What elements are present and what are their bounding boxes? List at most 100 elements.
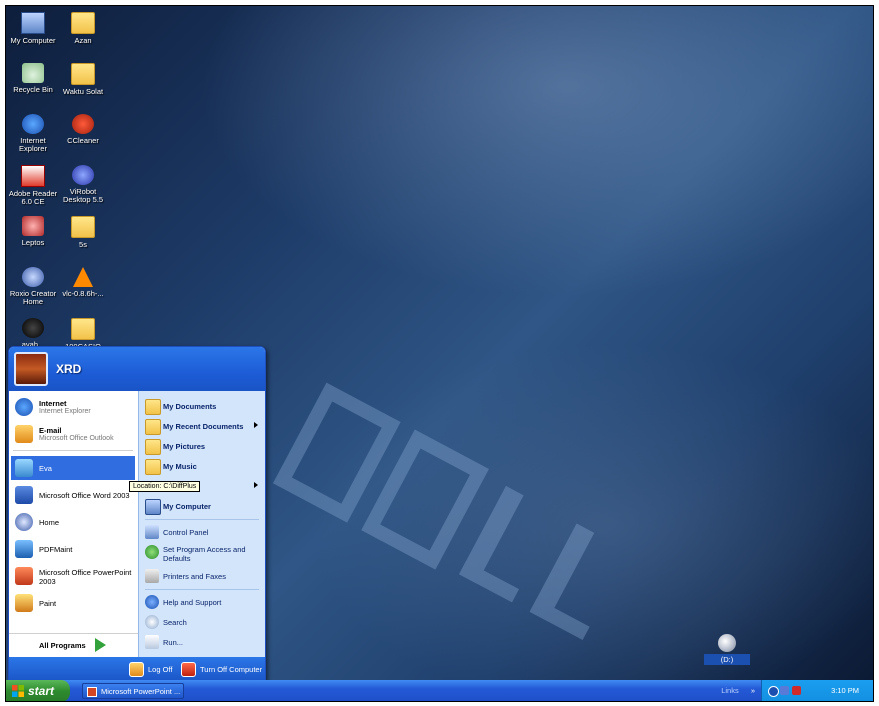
eva-icon xyxy=(15,459,33,477)
right-set-program-access[interactable]: Set Program Access and Defaults xyxy=(141,543,262,565)
right-my-music[interactable]: My Music xyxy=(141,457,262,475)
leptos-icon xyxy=(22,216,44,236)
desktop-icon-label: Leptos xyxy=(21,238,45,247)
pictures-folder-icon xyxy=(145,439,161,455)
turn-off-label: Turn Off Computer xyxy=(200,665,263,674)
desktop-icon-label: ViRobot Desktop 5.5 xyxy=(62,187,104,204)
desktop[interactable]: My Computer Azan Recycle Bin Waktu Solat… xyxy=(6,6,873,683)
desktop-icon-label: CCleaner xyxy=(67,136,99,145)
network-icon[interactable] xyxy=(768,686,779,697)
item-label: Help and Support xyxy=(163,598,222,607)
recent-powerpoint[interactable]: Microsoft Office PowerPoint 2003 xyxy=(11,564,135,588)
desktop-icon-label: Adobe Reader 6.0 CE xyxy=(8,189,58,206)
submenu-arrow-icon xyxy=(254,482,258,488)
item-label: PDFMaint xyxy=(39,545,73,554)
recent-pdfmaint[interactable]: PDFMaint xyxy=(11,537,135,561)
start-menu-left-pane: Internet Internet Explorer E-mail Micros… xyxy=(9,391,138,657)
clock[interactable]: 3:10 PM xyxy=(831,680,859,701)
all-programs-label: All Programs xyxy=(39,641,86,650)
desktop-icon-adobe-reader[interactable]: Adobe Reader 6.0 CE xyxy=(8,165,58,206)
desktop-icon-ccleaner[interactable]: CCleaner xyxy=(58,114,108,145)
chevron-right-icon: » xyxy=(750,686,755,695)
desktop-icon-label: 5s xyxy=(79,240,87,249)
system-tray: 3:10 PM xyxy=(761,680,873,701)
desktop-icon-azan[interactable]: Azan xyxy=(58,12,108,45)
desktop-icon-internet-explorer[interactable]: Internet Explorer xyxy=(8,114,58,153)
desktop-icon-recycle-bin[interactable]: Recycle Bin xyxy=(8,63,58,94)
tooltip: Location: C:\DiffPlus xyxy=(129,481,201,492)
start-menu: XRD Internet Internet Explorer E-mail Mi… xyxy=(8,346,266,683)
start-menu-footer: Log Off Turn Off Computer xyxy=(9,657,265,682)
desktop-icon-ayah[interactable]: ayah... xyxy=(8,318,58,349)
separator xyxy=(13,450,133,451)
username: XRD xyxy=(56,362,82,376)
antivirus-icon[interactable] xyxy=(780,686,789,695)
desktop-icon-leptos[interactable]: Leptos xyxy=(8,216,58,247)
home-icon xyxy=(15,513,33,531)
item-label: Home xyxy=(39,518,60,527)
separator xyxy=(145,519,259,520)
desktop-icon-5s[interactable]: 5s xyxy=(58,216,108,249)
task-label: Microsoft PowerPoint ... xyxy=(101,687,181,696)
avatar[interactable] xyxy=(14,352,48,386)
desktop-icon-label: Azan xyxy=(74,36,92,45)
item-label: Control Panel xyxy=(163,528,209,537)
all-programs-button[interactable]: All Programs xyxy=(9,633,138,657)
right-search[interactable]: Search xyxy=(141,613,262,631)
right-my-documents[interactable]: My Documents xyxy=(141,397,262,415)
desktop-icon-roxio[interactable]: Roxio Creator Home xyxy=(8,267,58,306)
pinned-email[interactable]: E-mail Microsoft Office Outlook xyxy=(11,422,135,446)
pinned-internet[interactable]: Internet Internet Explorer xyxy=(11,395,135,419)
desktop-icon-waktu-solat[interactable]: Waktu Solat xyxy=(58,63,108,96)
recent-paint[interactable]: Paint xyxy=(11,591,135,615)
recycle-bin-icon xyxy=(22,63,44,83)
item-label: My Pictures xyxy=(163,442,206,451)
desktop-icon-virobot[interactable]: ViRobot Desktop 5.5 xyxy=(58,165,108,204)
item-label: Run... xyxy=(163,638,184,647)
vlc-icon xyxy=(73,267,93,287)
security-shield-icon[interactable] xyxy=(792,686,801,695)
recent-word[interactable]: Microsoft Office Word 2003 xyxy=(11,483,135,507)
right-my-pictures[interactable]: My Pictures xyxy=(141,437,262,455)
taskbar-button-powerpoint[interactable]: Microsoft PowerPoint ... xyxy=(82,683,184,699)
right-my-recent-documents[interactable]: My Recent Documents xyxy=(141,417,262,435)
search-icon xyxy=(145,615,159,629)
item-label: Printers and Faxes xyxy=(163,572,226,581)
power-icon xyxy=(181,662,196,677)
windows-flag-icon xyxy=(12,685,24,697)
folder-icon xyxy=(145,399,161,415)
right-run[interactable]: Run... xyxy=(141,633,262,651)
log-off-label: Log Off xyxy=(148,665,173,674)
internet-explorer-icon xyxy=(15,398,33,416)
item-label: Set Program Access and Defaults xyxy=(163,545,246,563)
word-icon xyxy=(15,486,33,504)
folder-icon xyxy=(71,216,95,238)
desktop-icon-label: Recycle Bin xyxy=(13,85,53,94)
right-control-panel[interactable]: Control Panel xyxy=(141,523,262,541)
right-my-computer[interactable]: My Computer xyxy=(141,497,262,515)
printer-icon xyxy=(145,569,159,583)
cd-drive-icon xyxy=(718,634,736,652)
folder-icon xyxy=(71,12,95,34)
item-subtitle: Microsoft Office Outlook xyxy=(39,435,114,442)
desktop-icon-d-drive[interactable]: (D:) xyxy=(704,634,750,665)
desktop-icon-vlc[interactable]: vlc-0.8.6h-... xyxy=(58,267,108,298)
my-computer-icon xyxy=(145,499,161,515)
desktop-icon-label: My Computer xyxy=(10,36,56,45)
recent-home[interactable]: Home xyxy=(11,510,135,534)
separator xyxy=(145,589,259,590)
log-off-button[interactable]: Log Off xyxy=(129,661,179,678)
links-toolbar[interactable]: Links » xyxy=(721,680,755,701)
right-printers-faxes[interactable]: Printers and Faxes xyxy=(141,567,262,585)
desktop-icon-label: vlc-0.8.6h-... xyxy=(62,289,104,298)
turn-off-button[interactable]: Turn Off Computer xyxy=(181,661,265,678)
recent-eva[interactable]: Eva xyxy=(11,456,135,480)
right-help-support[interactable]: Help and Support xyxy=(141,593,262,611)
item-label: My Computer xyxy=(163,502,211,511)
my-computer-icon xyxy=(21,12,45,34)
arrow-right-icon xyxy=(95,638,106,652)
desktop-icon-my-computer[interactable]: My Computer xyxy=(8,12,58,45)
start-button[interactable]: start xyxy=(6,680,70,701)
paint-icon xyxy=(15,594,33,612)
internet-explorer-icon xyxy=(22,114,44,134)
